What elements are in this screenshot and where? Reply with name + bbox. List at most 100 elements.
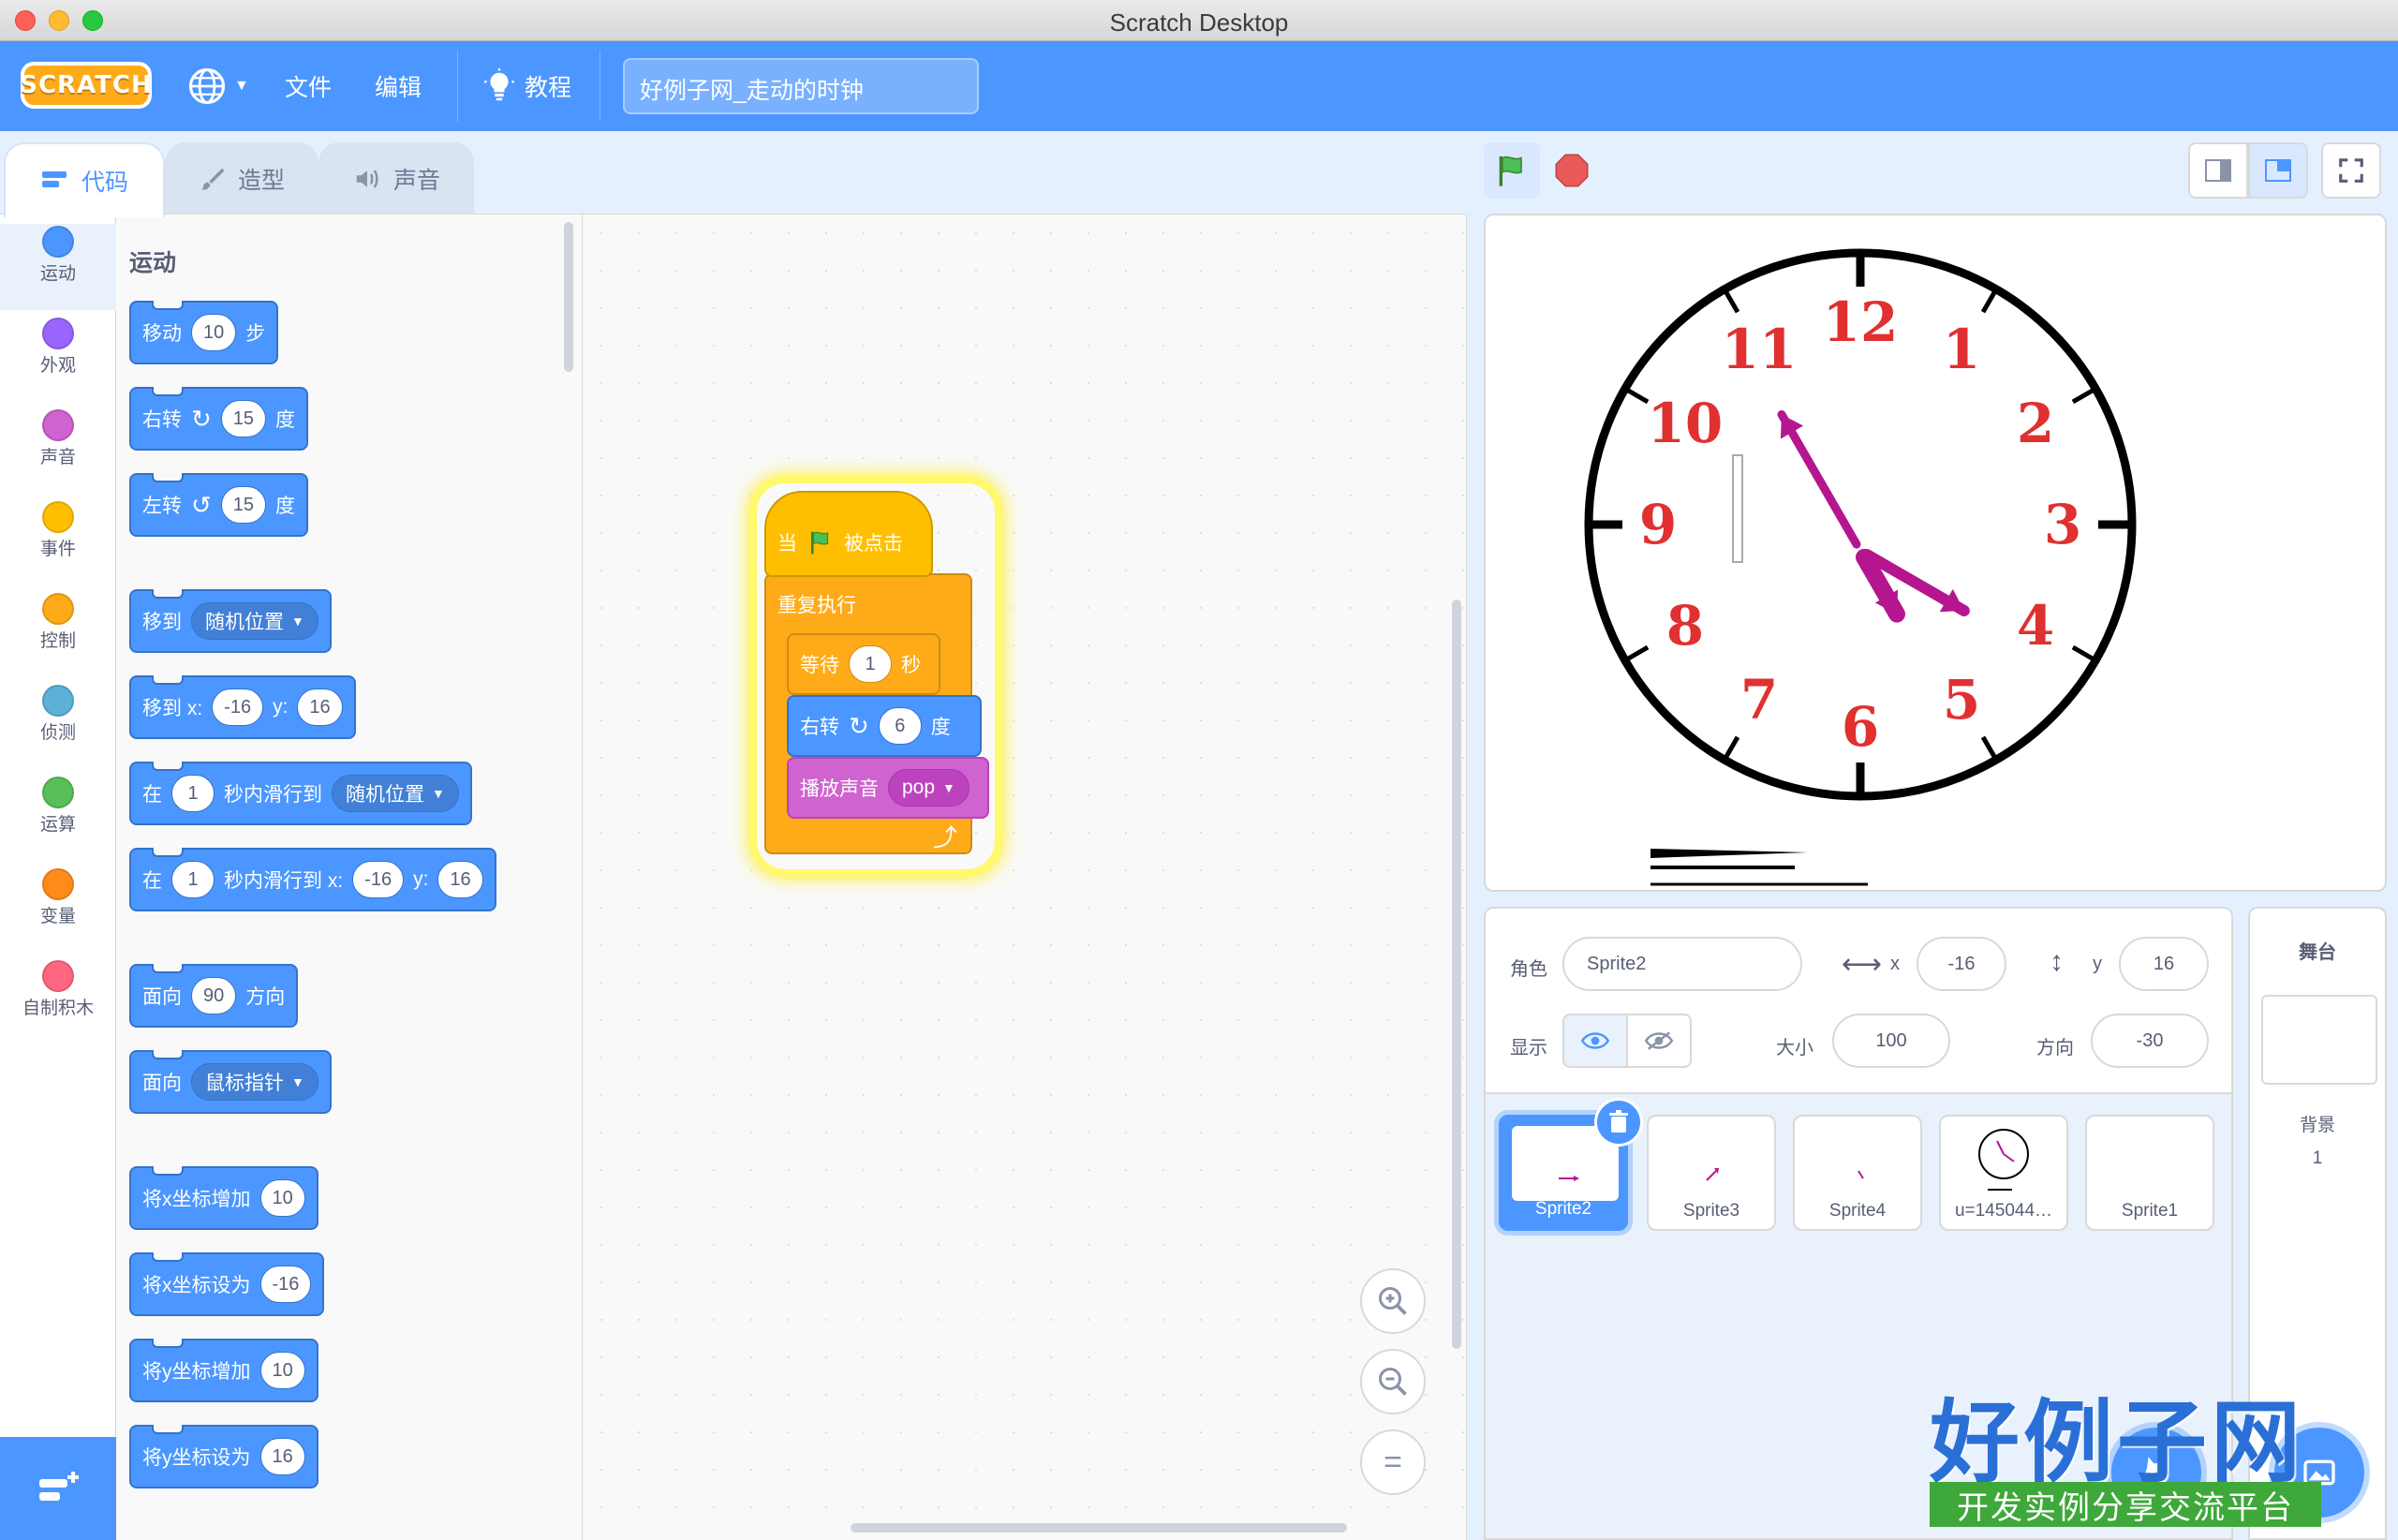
glide-target-dropdown[interactable]: 随机位置 ▼ <box>332 775 459 812</box>
add-extension-button[interactable] <box>0 1437 116 1540</box>
green-flag-button[interactable] <box>1484 142 1540 199</box>
play-sound-block[interactable]: 播放声音 pop ▼ <box>787 757 989 819</box>
category-color-icon <box>42 593 74 625</box>
block-label: 秒内滑行到 x: <box>224 870 344 892</box>
value-input[interactable]: 10 <box>259 1179 305 1217</box>
block-label: 在 <box>142 784 162 806</box>
block-turn-right[interactable]: 右转 ↻ 15 度 <box>129 387 309 451</box>
block-turn-left[interactable]: 左转 ↺ 15 度 <box>129 473 309 537</box>
wait-block[interactable]: 等待 1 秒 <box>787 633 940 695</box>
category-0[interactable]: 运动 <box>0 224 116 310</box>
category-2[interactable]: 声音 <box>0 407 116 494</box>
zoom-in-button[interactable] <box>1360 1268 1426 1334</box>
y-input[interactable]: 16 <box>437 861 483 898</box>
zoom-out-button[interactable] <box>1360 1349 1426 1414</box>
sprite-name-label: 角色 <box>1510 959 1547 980</box>
seconds-input[interactable]: 1 <box>171 775 215 812</box>
category-8[interactable]: 自制积木 <box>0 958 116 1044</box>
value-input[interactable]: 16 <box>259 1438 305 1475</box>
block-point-towards[interactable]: 面向 鼠标指针 ▼ <box>129 1050 332 1114</box>
goto-target-dropdown[interactable]: 随机位置 ▼ <box>191 602 318 640</box>
sprite-name-input[interactable]: Sprite2 <box>1562 937 1802 991</box>
script-workspace[interactable] <box>583 214 1467 1540</box>
value-input[interactable]: 10 <box>259 1352 305 1389</box>
sprite-tile[interactable]: Sprite1 <box>2085 1115 2214 1231</box>
direction-input[interactable]: -30 <box>2091 1014 2209 1068</box>
tab-costumes[interactable]: 造型 <box>165 142 318 214</box>
block-set-y[interactable]: 将y坐标设为 16 <box>129 1425 318 1488</box>
project-title-input[interactable]: 好例子网_走动的时钟 <box>623 58 979 114</box>
show-sprite-button[interactable] <box>1562 1014 1628 1068</box>
y-input[interactable]: 16 <box>297 689 343 726</box>
category-label: 控制 <box>39 631 76 651</box>
category-label: 侦测 <box>39 723 76 743</box>
sprite-info-panel: 角色 Sprite2 ⟷ x -16 ↕ y 16 显示 大小 100 方向 -… <box>1484 907 2233 1094</box>
clock-number: 5 <box>1943 668 1980 732</box>
when-flag-clicked-block[interactable]: 当 被点击 <box>764 491 933 577</box>
fullscreen-button[interactable] <box>2321 142 2381 199</box>
sprite-tile[interactable]: Sprite3 <box>1647 1115 1776 1231</box>
block-glide-xy[interactable]: 在 1 秒内滑行到 x: -16 y: 16 <box>129 848 496 911</box>
category-4[interactable]: 控制 <box>0 591 116 677</box>
block-change-y[interactable]: 将y坐标增加 10 <box>129 1339 318 1402</box>
x-input[interactable]: -16 <box>352 861 405 898</box>
value-input[interactable]: -16 <box>259 1266 312 1303</box>
block-glide-to[interactable]: 在 1 秒内滑行到 随机位置 ▼ <box>129 762 472 825</box>
workspace-horizontal-scrollbar[interactable] <box>851 1523 1347 1533</box>
degrees-input[interactable]: 15 <box>220 486 267 524</box>
category-color-icon <box>42 685 74 717</box>
workspace-vertical-scrollbar[interactable] <box>1452 600 1461 1349</box>
sprite-tile[interactable]: u=145044… <box>1939 1115 2068 1231</box>
x-input[interactable]: -16 <box>212 689 264 726</box>
category-5[interactable]: 侦测 <box>0 683 116 769</box>
block-label: 将y坐标增加 <box>142 1361 251 1383</box>
turn-right-block[interactable]: 右转 ↻ 6 度 <box>787 695 982 757</box>
scratch-logo[interactable]: SCRATCH <box>20 62 152 109</box>
zoom-reset-button[interactable]: = <box>1360 1429 1426 1495</box>
point-target-dropdown[interactable]: 鼠标指针 ▼ <box>191 1063 318 1101</box>
small-stage-button[interactable] <box>2188 142 2248 199</box>
normal-stage-button[interactable] <box>2248 142 2308 199</box>
category-color-icon <box>42 226 74 258</box>
language-menu[interactable]: ▼ <box>187 62 249 111</box>
block-label: 在 <box>142 870 162 892</box>
category-1[interactable]: 外观 <box>0 316 116 402</box>
degrees-input[interactable]: 15 <box>220 400 267 437</box>
file-menu[interactable]: 文件 <box>285 62 332 111</box>
turn-degrees-input[interactable]: 6 <box>878 707 922 745</box>
block-move-steps[interactable]: 移动 10 步 <box>129 301 279 364</box>
stage-canvas[interactable]: 12 1 2 3 4 5 6 7 8 9 10 11 <box>1484 214 2387 892</box>
trash-icon <box>1609 1110 1628 1133</box>
palette-scrollbar[interactable] <box>564 222 573 372</box>
block-change-x[interactable]: 将x坐标增加 10 <box>129 1166 318 1230</box>
block-label: 被点击 <box>844 533 903 555</box>
loop-arrow-icon: ⤴ <box>933 823 958 851</box>
stop-button[interactable] <box>1544 142 1600 199</box>
block-point-direction[interactable]: 面向 90 方向 <box>129 964 299 1028</box>
wait-seconds-input[interactable]: 1 <box>849 645 892 683</box>
block-label: 方向 <box>245 986 286 1008</box>
edit-menu[interactable]: 编辑 <box>375 62 422 111</box>
steps-input[interactable]: 10 <box>191 314 237 351</box>
block-set-x[interactable]: 将x坐标设为 -16 <box>129 1252 325 1316</box>
x-position-input[interactable]: -16 <box>1917 937 2006 991</box>
speaker-icon <box>356 170 378 188</box>
direction-input[interactable]: 90 <box>191 977 237 1014</box>
tab-sounds[interactable]: 声音 <box>318 142 474 214</box>
category-color-icon <box>42 868 74 900</box>
seconds-input[interactable]: 1 <box>171 861 215 898</box>
sound-dropdown[interactable]: pop ▼ <box>888 769 970 807</box>
delete-sprite-button[interactable] <box>1594 1098 1643 1147</box>
block-goto-xy[interactable]: 移到 x: -16 y: 16 <box>129 675 356 739</box>
sprite-tile[interactable]: Sprite4 <box>1793 1115 1922 1231</box>
tab-code[interactable]: 代码 <box>4 142 165 217</box>
category-7[interactable]: 变量 <box>0 866 116 953</box>
size-input[interactable]: 100 <box>1832 1014 1950 1068</box>
hide-sprite-button[interactable] <box>1626 1014 1692 1068</box>
y-position-input[interactable]: 16 <box>2119 937 2209 991</box>
category-3[interactable]: 事件 <box>0 499 116 585</box>
category-6[interactable]: 运算 <box>0 775 116 861</box>
block-goto[interactable]: 移到 随机位置 ▼ <box>129 589 332 653</box>
clock-sprite: 12 12 3 45678 9 10 11 <box>1584 248 2137 886</box>
tutorials-menu[interactable]: 教程 <box>481 62 571 111</box>
